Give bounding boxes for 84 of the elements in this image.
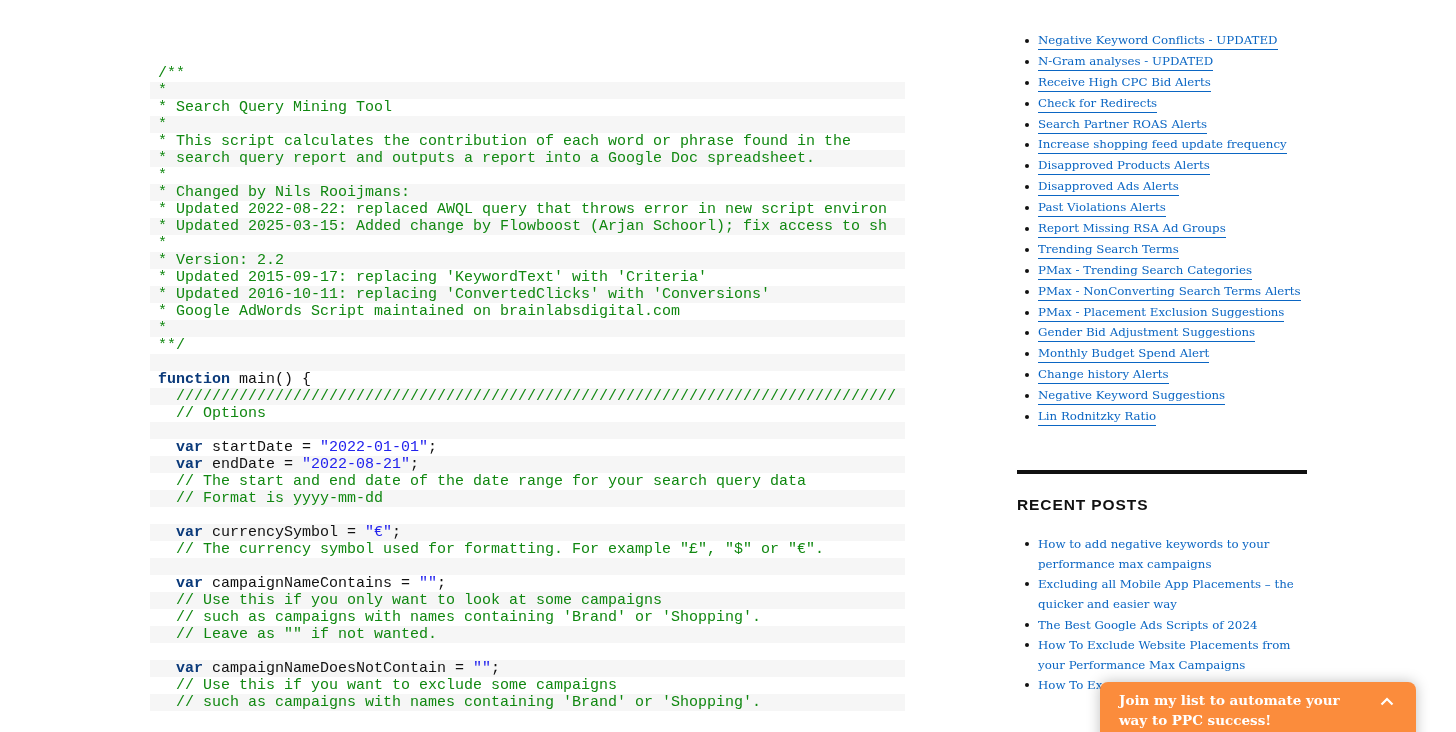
bullet-icon — [1025, 331, 1029, 336]
code-line: /** — [158, 65, 185, 82]
script-link[interactable]: PMax - Placement Exclusion Suggestions — [1038, 302, 1285, 322]
code-line: var startDate = "2022-01-01"; — [175, 439, 438, 456]
script-link[interactable]: Disapproved Products Alerts — [1038, 156, 1210, 176]
code-line: * Updated 2016-10-11: replacing 'ConvertedClicks' with 'Conversions' — [158, 286, 771, 303]
post-link[interactable]: The Best Google Ads Scripts of 2024 — [1038, 614, 1258, 635]
code-line: * Updated 2015-09-17: replacing 'KeywordText' with 'Criteria' — [158, 269, 708, 286]
code-line: // Options — [175, 405, 267, 422]
code-line: // Format is yyyy-mm-dd — [175, 490, 384, 507]
code-line: // such as campaigns with names containing 'Brand' or 'Shopping'. — [175, 609, 762, 626]
bullet-icon — [1025, 164, 1029, 169]
code-line: // Use this if you only want to look at some campaigns — [175, 592, 663, 609]
code-line: // The start and end date of the date range for your search query data — [175, 473, 807, 490]
chevron-up-icon[interactable] — [1380, 697, 1394, 706]
bullet-icon — [1025, 415, 1029, 420]
code-line: function main() { — [158, 371, 312, 388]
post-link[interactable]: How To Ex — [1038, 675, 1103, 696]
code-line: // Leave as "" if not wanted. — [175, 626, 438, 643]
bullet-icon — [1025, 683, 1029, 688]
bullet-icon — [1025, 289, 1029, 294]
bullet-icon — [1025, 268, 1029, 273]
code-line: // Use this if you want to exclude some campaigns — [175, 677, 618, 694]
bullet-icon — [1025, 185, 1029, 190]
bullet-icon — [1025, 101, 1029, 106]
script-link[interactable]: PMax - Trending Search Categories — [1038, 260, 1253, 280]
code-line: * Search Query Mining Tool — [158, 99, 393, 116]
code-line: **/ — [158, 337, 185, 354]
code-line: * search query report and outputs a report into a Google Doc spreadsheet. — [158, 150, 816, 167]
script-link[interactable]: Search Partner ROAS Alerts — [1038, 114, 1208, 134]
code-line: * — [158, 167, 167, 184]
bullet-icon — [1025, 39, 1029, 43]
bullet-icon — [1025, 310, 1029, 315]
post-link[interactable]: Excluding all Mobile App Placements – the quicker and easier way — [1038, 574, 1302, 615]
code-line: var campaignNameDoesNotContain = ""; — [175, 660, 501, 677]
script-link[interactable]: Disapproved Ads Alerts — [1038, 177, 1179, 197]
code-line: var campaignNameContains = ""; — [175, 575, 447, 592]
code-line: // such as campaigns with names containing 'Brand' or 'Shopping'. — [175, 694, 762, 711]
bullet-icon — [1025, 206, 1029, 211]
bullet-icon — [1025, 642, 1029, 647]
bullet-icon — [1025, 582, 1029, 587]
script-link[interactable]: Check for Redirects — [1038, 93, 1158, 113]
script-link[interactable]: Trending Search Terms — [1038, 239, 1179, 259]
script-link[interactable]: N-Gram analyses - UPDATED — [1038, 51, 1214, 71]
code-line: * Updated 2025-03-15: Added change by Flowboost (Arjan Schoorl); fix access to sh — [158, 218, 888, 235]
script-link[interactable]: Report Missing RSA Ad Groups — [1038, 219, 1226, 238]
bullet-icon — [1025, 373, 1029, 378]
code-line: * Version: 2.2 — [158, 252, 285, 269]
bullet-icon — [1025, 227, 1029, 231]
post-link[interactable]: How to add negative keywords to your performance max campaigns — [1038, 534, 1302, 575]
code-line: * — [158, 82, 167, 99]
code-line: * This script calculates the contribution of each word or phrase found in the — [158, 133, 852, 150]
bullet-icon — [1025, 59, 1029, 64]
bullet-icon — [1025, 394, 1029, 399]
code-line: //////////////////////////////////////////////////////////////////////////////// — [175, 388, 897, 405]
bullet-icon — [1025, 352, 1029, 357]
code-line: // The currency symbol used for formatting. For example "£", "$" or "€". — [175, 541, 825, 558]
code-line: * Updated 2022-08-22: replaced AWQL query that throws error in new script environ — [158, 201, 888, 218]
popup-text: Join my list to automate your way to PPC success! — [1119, 691, 1341, 730]
code-line: * — [158, 235, 167, 252]
bullet-icon — [1025, 247, 1029, 252]
post-link[interactable]: How To Exclude Website Placements from your Performance Max Campaigns — [1038, 634, 1302, 675]
script-link[interactable]: Monthly Budget Spend Alert — [1038, 344, 1210, 364]
script-link[interactable]: Gender Bid Adjustment Suggestions — [1038, 323, 1256, 343]
recent-posts-heading: RECENT POSTS — [1017, 496, 1150, 515]
script-link[interactable]: Lin Rodnitzky Ratio — [1038, 407, 1157, 427]
script-link[interactable]: Change history Alerts — [1038, 365, 1169, 385]
script-link[interactable]: Increase shopping feed update frequency — [1038, 135, 1287, 155]
code-line: * — [158, 320, 167, 337]
code-line: * Changed by Nils Rooijmans: — [158, 184, 411, 201]
script-link[interactable]: Negative Keyword Conflicts - UPDATED — [1038, 31, 1278, 50]
code-line: * — [158, 116, 167, 133]
script-link[interactable]: Negative Keyword Suggestions — [1038, 386, 1226, 406]
bullet-icon — [1025, 80, 1029, 85]
bullet-icon — [1025, 622, 1029, 627]
script-link[interactable]: Past Violations Alerts — [1038, 198, 1166, 218]
script-link[interactable]: Receive High CPC Bid Alerts — [1038, 72, 1211, 92]
bullet-icon — [1025, 122, 1029, 127]
code-line: var currencySymbol = "€"; — [175, 524, 402, 541]
code-line: var endDate = "2022-08-21"; — [175, 456, 420, 473]
bullet-icon — [1025, 542, 1029, 547]
code-line: * Google AdWords Script maintained on brainlabsdigital.com — [158, 303, 681, 320]
bullet-icon — [1025, 143, 1029, 148]
script-link[interactable]: PMax - NonConverting Search Terms Alerts — [1038, 281, 1301, 301]
